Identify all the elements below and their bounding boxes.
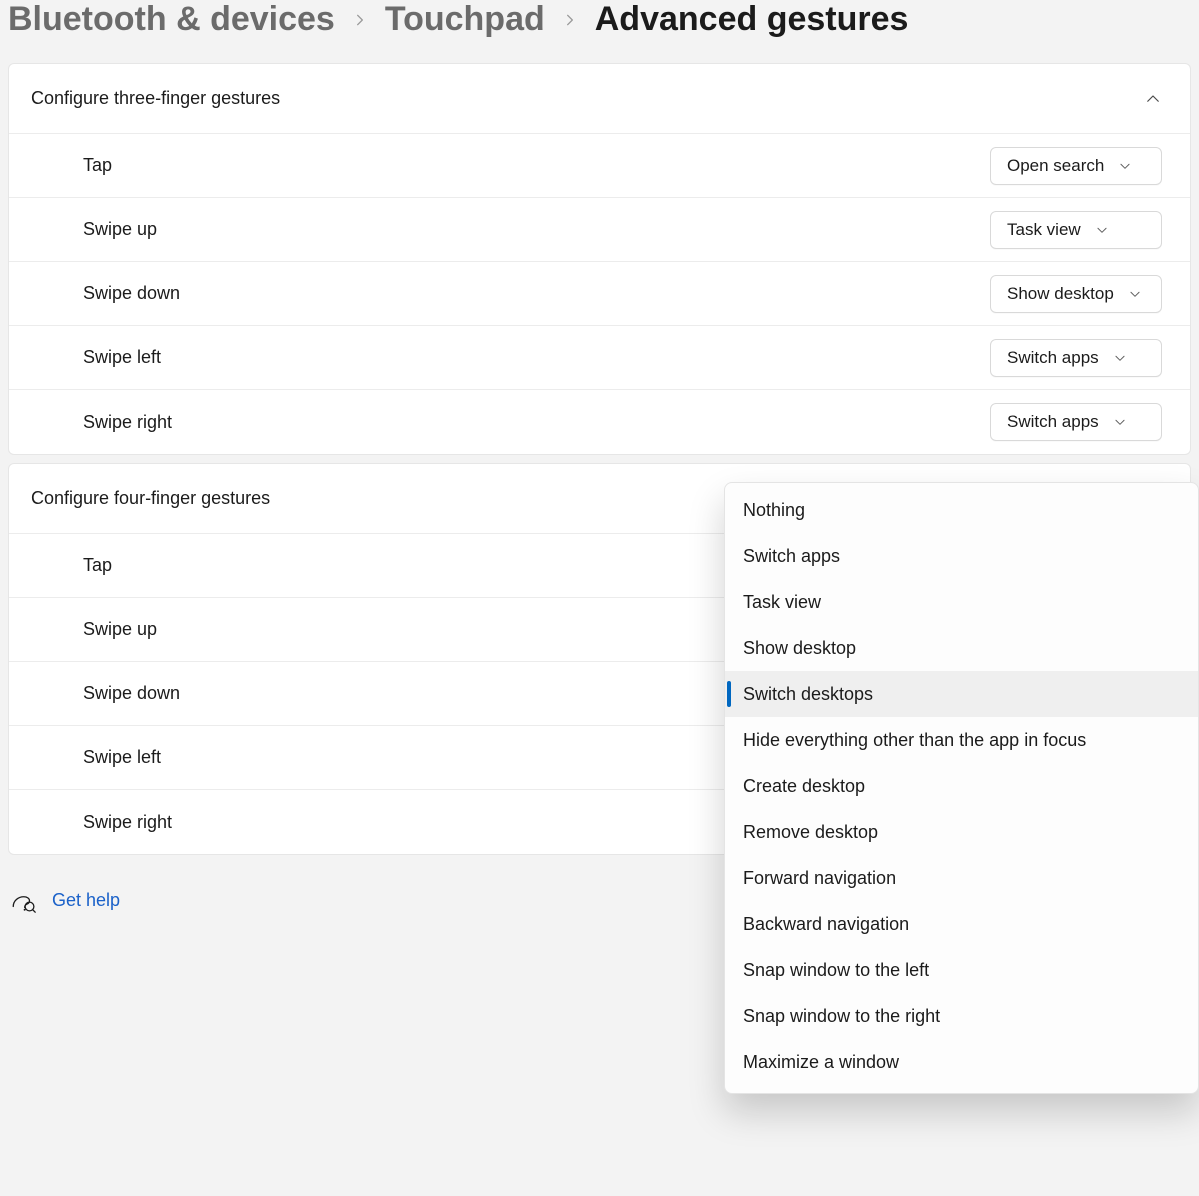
combo-value: Switch apps bbox=[1007, 412, 1099, 432]
chevron-down-icon bbox=[1095, 223, 1109, 237]
three-finger-header[interactable]: Configure three-finger gestures bbox=[9, 64, 1190, 134]
help-icon bbox=[10, 887, 36, 913]
gesture-label: Swipe down bbox=[83, 683, 180, 704]
menu-item[interactable]: Backward navigation bbox=[725, 901, 1198, 947]
dropdown-menu[interactable]: Nothing Switch apps Task view Show deskt… bbox=[724, 482, 1199, 1094]
menu-item[interactable]: Hide everything other than the app in fo… bbox=[725, 717, 1198, 763]
chevron-down-icon bbox=[1118, 159, 1132, 173]
menu-item-selected[interactable]: Switch desktops bbox=[725, 671, 1198, 717]
row-three-swipe-down: Swipe down Show desktop bbox=[9, 262, 1190, 326]
combo-three-swipe-left[interactable]: Switch apps bbox=[990, 339, 1162, 377]
menu-item[interactable]: Switch apps bbox=[725, 533, 1198, 579]
chevron-right-icon bbox=[563, 7, 577, 33]
combo-value: Switch apps bbox=[1007, 348, 1099, 368]
breadcrumb: Bluetooth & devices Touchpad Advanced ge… bbox=[8, 0, 1191, 63]
gesture-label: Tap bbox=[83, 555, 112, 576]
row-three-swipe-up: Swipe up Task view bbox=[9, 198, 1190, 262]
row-three-swipe-right: Swipe right Switch apps bbox=[9, 390, 1190, 454]
combo-three-swipe-down[interactable]: Show desktop bbox=[990, 275, 1162, 313]
menu-item[interactable]: Maximize a window bbox=[725, 1039, 1198, 1085]
combo-value: Task view bbox=[1007, 220, 1081, 240]
combo-three-tap[interactable]: Open search bbox=[990, 147, 1162, 185]
gesture-label: Tap bbox=[83, 155, 112, 176]
menu-item[interactable]: Snap window to the right bbox=[725, 993, 1198, 1039]
chevron-right-icon bbox=[353, 7, 367, 33]
gesture-label: Swipe left bbox=[83, 747, 161, 768]
chevron-down-icon bbox=[1113, 415, 1127, 429]
gesture-label: Swipe right bbox=[83, 412, 172, 433]
menu-item[interactable]: Remove desktop bbox=[725, 809, 1198, 855]
menu-item[interactable]: Snap window to the left bbox=[725, 947, 1198, 993]
row-three-tap: Tap Open search bbox=[9, 134, 1190, 198]
menu-item[interactable]: Nothing bbox=[725, 487, 1198, 533]
menu-item[interactable]: Forward navigation bbox=[725, 855, 1198, 901]
gesture-label: Swipe up bbox=[83, 619, 157, 640]
menu-item[interactable]: Task view bbox=[725, 579, 1198, 625]
gesture-label: Swipe right bbox=[83, 812, 172, 833]
three-finger-gestures-card: Configure three-finger gestures Tap Open… bbox=[8, 63, 1191, 455]
chevron-up-icon bbox=[1144, 90, 1162, 108]
page-title: Advanced gestures bbox=[595, 0, 909, 39]
three-finger-title: Configure three-finger gestures bbox=[31, 88, 280, 109]
row-three-swipe-left: Swipe left Switch apps bbox=[9, 326, 1190, 390]
gesture-label: Swipe down bbox=[83, 283, 180, 304]
breadcrumb-bluetooth-devices[interactable]: Bluetooth & devices bbox=[8, 0, 335, 39]
combo-three-swipe-right[interactable]: Switch apps bbox=[990, 403, 1162, 441]
get-help-link[interactable]: Get help bbox=[52, 890, 120, 911]
gesture-label: Swipe up bbox=[83, 219, 157, 240]
gesture-label: Swipe left bbox=[83, 347, 161, 368]
breadcrumb-touchpad[interactable]: Touchpad bbox=[385, 0, 545, 39]
chevron-down-icon bbox=[1113, 351, 1127, 365]
combo-three-swipe-up[interactable]: Task view bbox=[990, 211, 1162, 249]
four-finger-title: Configure four-finger gestures bbox=[31, 488, 270, 509]
chevron-down-icon bbox=[1128, 287, 1142, 301]
menu-item[interactable]: Create desktop bbox=[725, 763, 1198, 809]
combo-value: Open search bbox=[1007, 156, 1104, 176]
menu-item[interactable]: Show desktop bbox=[725, 625, 1198, 671]
combo-value: Show desktop bbox=[1007, 284, 1114, 304]
